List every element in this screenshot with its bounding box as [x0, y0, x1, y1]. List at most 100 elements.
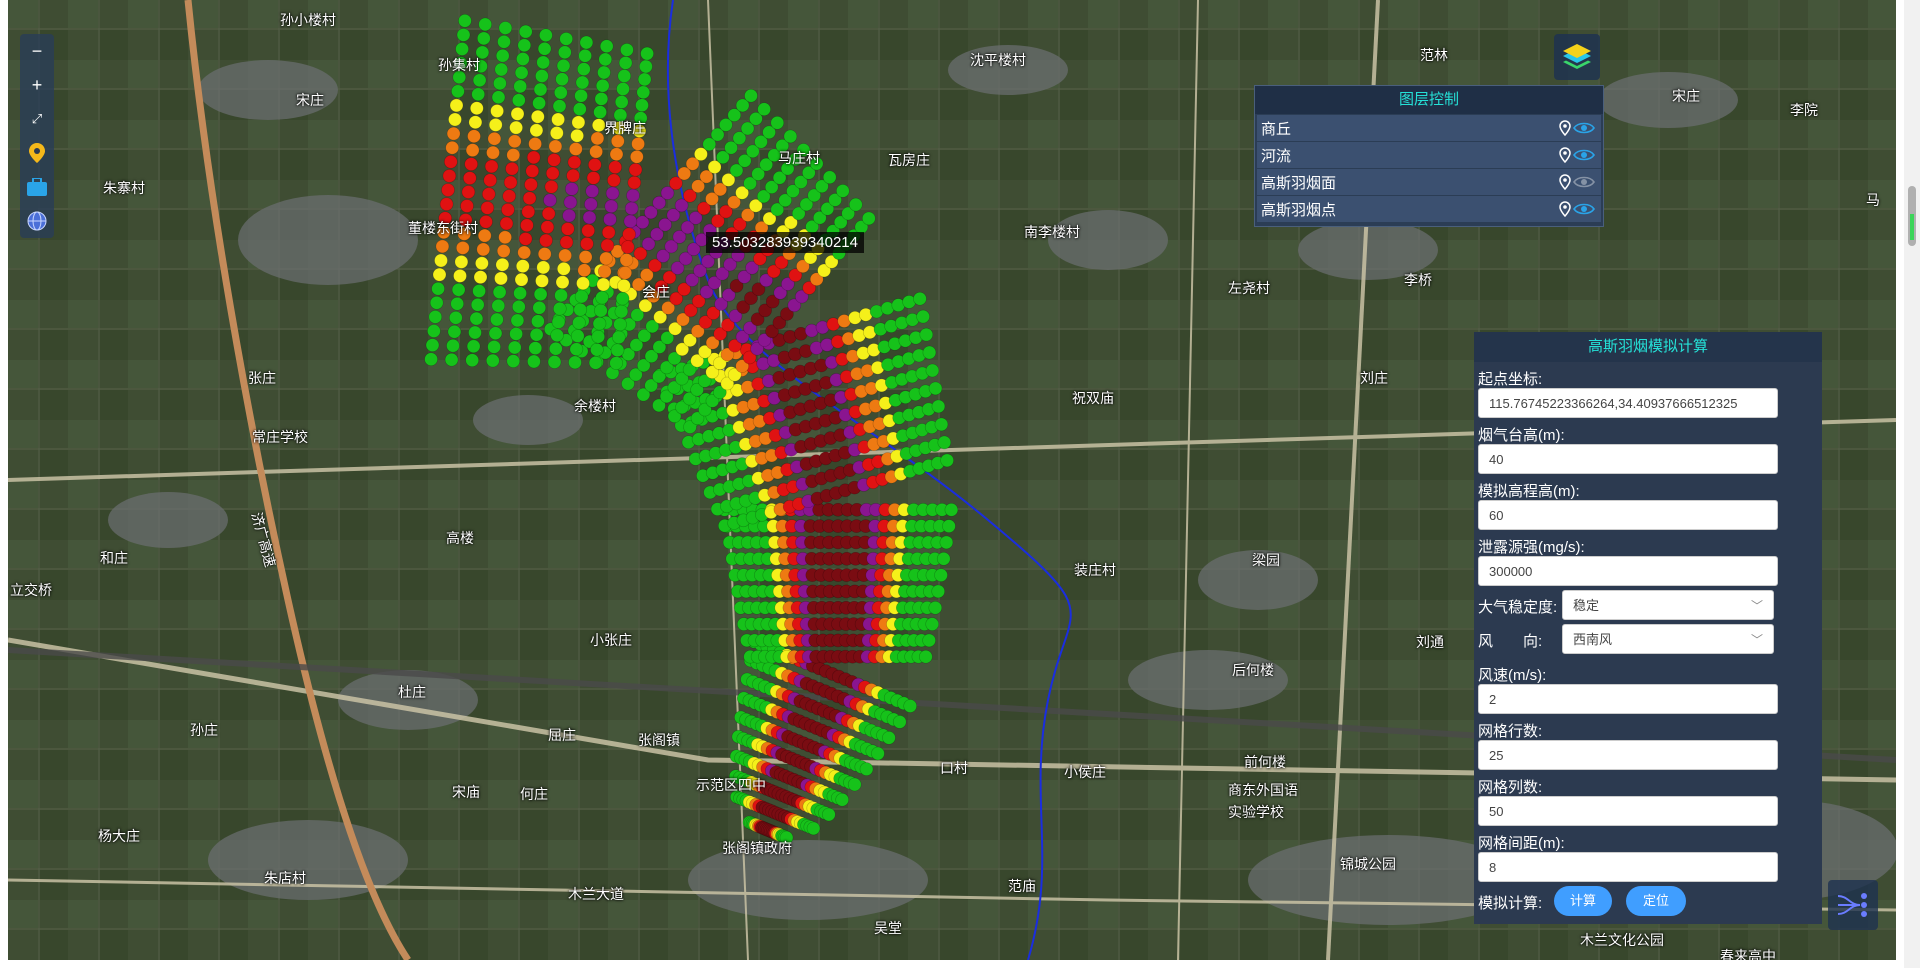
plume-point[interactable] — [557, 45, 572, 60]
plume-point[interactable] — [429, 295, 444, 310]
layer-toggle-button[interactable] — [1554, 34, 1600, 80]
plume-point[interactable] — [505, 161, 519, 176]
plume-point[interactable] — [584, 197, 598, 212]
locate-button[interactable]: 定位 — [1626, 886, 1686, 916]
source-strength-input[interactable]: 300000 — [1478, 556, 1778, 586]
plume-point[interactable] — [465, 143, 480, 157]
plume-point[interactable] — [530, 109, 545, 124]
plume-point[interactable] — [435, 239, 450, 254]
plume-point[interactable] — [484, 159, 499, 174]
location-button[interactable] — [20, 136, 54, 170]
plume-point[interactable] — [934, 417, 949, 432]
plume-point[interactable] — [462, 171, 477, 185]
plume-point[interactable] — [635, 98, 649, 112]
plume-point[interactable] — [822, 170, 837, 185]
plume-point[interactable] — [922, 345, 937, 360]
plume-point[interactable] — [556, 59, 571, 73]
plume-point[interactable] — [601, 225, 616, 240]
plume-point[interactable] — [928, 600, 943, 615]
plume-point[interactable] — [598, 52, 613, 67]
plume-point[interactable] — [623, 214, 638, 229]
plume-point[interactable] — [468, 325, 482, 340]
plume-point[interactable] — [476, 242, 491, 257]
plume-point[interactable] — [540, 220, 555, 234]
plume-point[interactable] — [628, 162, 643, 177]
plume-point[interactable] — [563, 195, 578, 209]
plume-point[interactable] — [511, 93, 526, 107]
plume-point[interactable] — [821, 807, 836, 822]
plume-point[interactable] — [481, 187, 496, 201]
plume-point[interactable] — [918, 649, 933, 664]
plume-point[interactable] — [609, 147, 624, 161]
plume-point[interactable] — [589, 144, 603, 159]
plume-point[interactable] — [639, 59, 653, 74]
plume-point[interactable] — [507, 134, 522, 149]
plume-point[interactable] — [460, 199, 474, 213]
plume-point[interactable] — [498, 230, 512, 245]
plume-point[interactable] — [458, 13, 472, 28]
plume-point[interactable] — [466, 339, 481, 354]
plume-point[interactable] — [575, 75, 590, 90]
plume-point[interactable] — [515, 259, 530, 273]
plume-point[interactable] — [524, 177, 538, 192]
plume-point[interactable] — [591, 329, 606, 344]
plume-point[interactable] — [456, 28, 471, 42]
plume-point[interactable] — [442, 169, 457, 183]
plume-point[interactable] — [597, 264, 612, 279]
plume-point[interactable] — [615, 291, 630, 306]
plume-point[interactable] — [493, 76, 507, 91]
plume-point[interactable] — [568, 142, 583, 156]
flow-tool-button[interactable] — [1828, 880, 1878, 930]
plume-point[interactable] — [443, 155, 458, 169]
plume-point[interactable] — [451, 282, 466, 297]
plume-point[interactable] — [560, 222, 575, 236]
plume-point[interactable] — [465, 353, 480, 368]
plume-point[interactable] — [549, 126, 564, 140]
plume-point[interactable] — [544, 180, 559, 194]
plume-point[interactable] — [446, 338, 460, 353]
plume-point[interactable] — [564, 182, 579, 196]
plume-point[interactable] — [566, 168, 580, 183]
plume-point[interactable] — [539, 233, 553, 248]
plume-point[interactable] — [577, 263, 592, 278]
plume-point[interactable] — [552, 301, 567, 316]
plume-point[interactable] — [501, 203, 515, 217]
plume-point[interactable] — [848, 197, 863, 212]
plume-point[interactable] — [916, 309, 930, 324]
plume-point[interactable] — [536, 55, 551, 70]
plume-point[interactable] — [469, 101, 484, 115]
eye-icon[interactable] — [1573, 202, 1595, 216]
plume-point[interactable] — [607, 173, 621, 188]
plume-point[interactable] — [491, 90, 506, 104]
plume-point[interactable] — [882, 730, 896, 745]
plume-point[interactable] — [535, 274, 549, 288]
plume-point[interactable] — [622, 227, 636, 241]
plume-point[interactable] — [455, 42, 469, 56]
plume-point[interactable] — [495, 257, 510, 272]
plume-point[interactable] — [569, 342, 584, 357]
plume-point[interactable] — [509, 120, 523, 135]
plume-point[interactable] — [582, 210, 597, 225]
plume-point[interactable] — [510, 313, 525, 328]
plume-point[interactable] — [541, 206, 556, 221]
plume-point[interactable] — [483, 173, 498, 187]
plume-point[interactable] — [532, 300, 547, 315]
plume-point[interactable] — [539, 28, 553, 43]
plume-point[interactable] — [590, 131, 605, 146]
plume-point[interactable] — [445, 140, 460, 155]
plume-point[interactable] — [919, 327, 934, 342]
plume-point[interactable] — [537, 247, 552, 261]
plume-point[interactable] — [940, 453, 954, 468]
plume-point[interactable] — [528, 137, 542, 151]
plume-point[interactable] — [617, 69, 632, 83]
plume-point[interactable] — [570, 128, 584, 143]
plume-point[interactable] — [471, 87, 486, 102]
plume-point[interactable] — [527, 354, 541, 369]
plume-point[interactable] — [903, 699, 918, 713]
plume-point[interactable] — [533, 287, 548, 302]
plume-point[interactable] — [517, 245, 532, 260]
zoom-out-button[interactable]: − — [20, 34, 54, 68]
compute-button[interactable]: 计算 — [1554, 886, 1612, 916]
plume-point[interactable] — [580, 237, 594, 251]
plume-point[interactable] — [631, 137, 645, 151]
